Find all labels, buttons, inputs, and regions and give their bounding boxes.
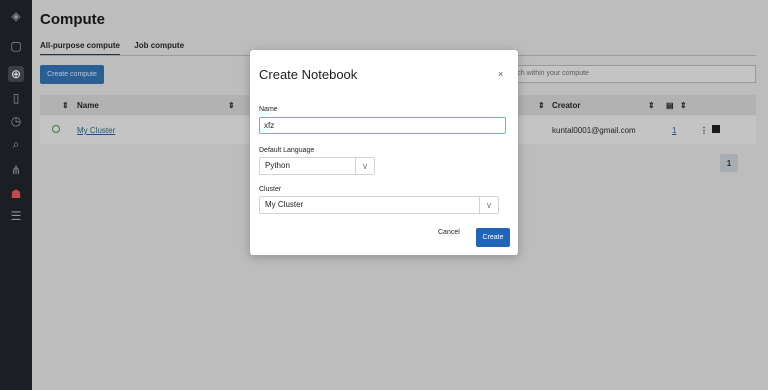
cluster-label: Cluster: [259, 186, 282, 193]
name-label: Name: [259, 106, 278, 113]
sort-icon[interactable]: ⇕: [228, 101, 235, 110]
dialog-title: Create Notebook: [259, 67, 358, 82]
sort-icon[interactable]: ⇕: [648, 101, 655, 110]
compute-tabs: All-purpose compute Job compute: [40, 41, 196, 56]
compute-icon[interactable]: ☗: [8, 186, 24, 202]
tab-job-compute[interactable]: Job compute: [134, 41, 184, 54]
language-label: Default Language: [259, 147, 315, 154]
chevron-down-icon: ∨: [479, 197, 498, 213]
tab-all-purpose[interactable]: All-purpose compute: [40, 41, 121, 56]
create-compute-button[interactable]: Create compute: [40, 65, 104, 84]
sort-icon[interactable]: ⇕: [62, 101, 69, 110]
column-creator[interactable]: Creator: [552, 101, 580, 110]
page-title: Compute: [40, 11, 105, 28]
cluster-name-link[interactable]: My Cluster: [77, 126, 115, 135]
language-value: Python: [265, 161, 290, 170]
plus-icon[interactable]: ⊕: [8, 66, 24, 82]
create-notebook-dialog: Create Notebook × Name xfz Default Langu…: [250, 50, 518, 255]
cluster-value: My Cluster: [265, 200, 304, 209]
workspace-icon[interactable]: ▢: [8, 38, 24, 54]
chevron-down-icon: ∨: [355, 158, 374, 174]
stop-icon[interactable]: [712, 125, 720, 133]
creator-cell: kuntal0001@gmail.com: [552, 126, 636, 135]
notebook-column-icon: ▤: [666, 101, 674, 110]
column-name[interactable]: Name: [77, 101, 99, 110]
list-icon[interactable]: ☰: [8, 208, 24, 224]
sort-icon[interactable]: ⇕: [538, 101, 545, 110]
language-select[interactable]: Python ∨: [259, 157, 375, 175]
cluster-select[interactable]: My Cluster ∨: [259, 196, 499, 214]
kebab-menu-icon[interactable]: ⋮: [700, 126, 708, 135]
close-icon[interactable]: ×: [498, 69, 503, 79]
history-icon[interactable]: ◷: [8, 113, 24, 129]
notebook-name-input[interactable]: xfz: [259, 117, 506, 134]
sort-icon[interactable]: ⇕: [680, 101, 687, 110]
folder-icon[interactable]: ▯: [8, 90, 24, 106]
notebooks-count-link[interactable]: 1: [672, 126, 676, 135]
cancel-button[interactable]: Cancel: [438, 229, 460, 236]
search-icon[interactable]: ⌕: [8, 136, 24, 152]
running-status-icon: [52, 125, 60, 133]
pagination-current-page[interactable]: 1: [720, 154, 738, 172]
left-nav-rail: ◈ ▢ ⊕ ▯ ◷ ⌕ ⋔ ☗ ☰: [0, 0, 32, 390]
search-input[interactable]: rch within your compute: [512, 65, 756, 83]
create-button[interactable]: Create: [476, 228, 510, 247]
logo-icon[interactable]: ◈: [8, 8, 24, 24]
graph-icon[interactable]: ⋔: [8, 162, 24, 178]
